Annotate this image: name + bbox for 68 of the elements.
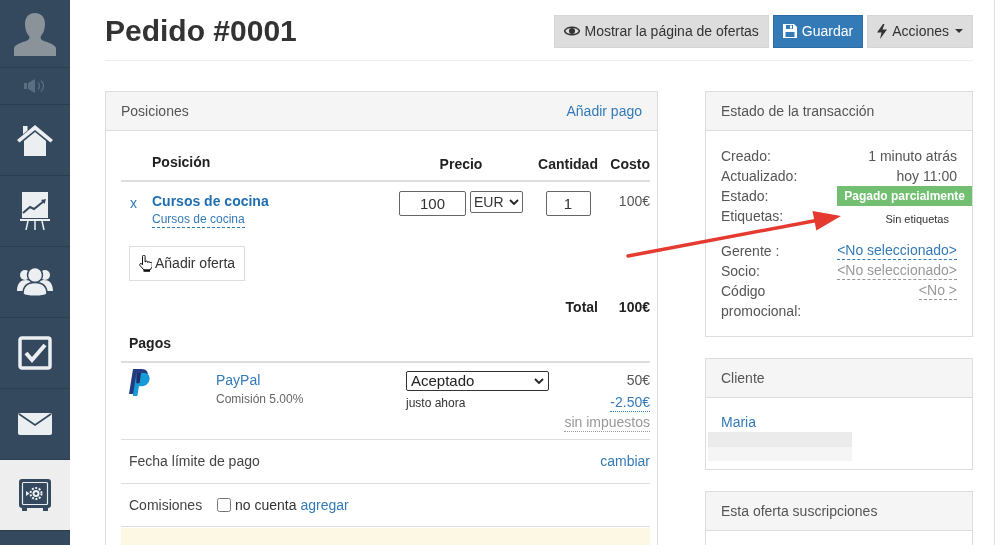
home-icon [17,124,53,156]
eye-icon [563,25,580,37]
item-description-link[interactable]: Cursos de cocina [152,212,245,228]
caret-icon [955,29,963,33]
sidebar-nav-item[interactable] [0,460,70,531]
commissions-label: Comisiones [129,495,204,515]
chevron-down-icon [509,199,519,205]
paypal-logo-icon [129,369,150,396]
add-payment-link[interactable]: Añadir pago [566,100,642,122]
change-link[interactable]: cambiar [600,451,650,472]
field-label: Gerente : [721,242,781,261]
panel-title: Esta oferta suscripciones [721,501,878,521]
total-label: Total [565,297,598,317]
item-name-link[interactable]: Cursos de cocina [152,191,269,211]
tags-note: Sin etiquetas [885,212,949,226]
mail-icon [18,413,52,435]
chevron-down-icon [534,378,544,384]
field-label: Socio: [721,262,761,281]
field-label: Etiquetas: [721,207,785,226]
checkbox-icon [18,336,52,370]
quantity-input[interactable]: 1 [545,191,591,216]
save-button[interactable]: Guardar [772,14,864,48]
column-header: Precio [439,155,483,174]
column-header: Costo [610,155,650,174]
column-header: Posición [152,154,211,170]
currency-select[interactable]: EUR [470,191,523,213]
add-offer-button[interactable]: Añadir oferta [129,246,246,281]
hand-pointer-icon [139,255,152,272]
payment-amount: 50€ [626,371,650,390]
cost-value: 100€ [618,192,650,211]
actions-dropdown-button[interactable]: Acciones [867,14,973,48]
payment-status-select[interactable]: Aceptado [406,371,549,391]
status-time: justo ahora [406,395,466,411]
tax-note-link[interactable]: sin impuestos [564,413,650,432]
people-icon [17,267,53,297]
field-label: Estado: [721,187,770,206]
panel-title: Cliente [721,368,765,388]
page-title: Pedido #0001 [105,13,297,49]
due-date-label: Fecha límite de pago [129,452,260,471]
section-title: Pagos [129,335,171,351]
checkbox[interactable] [217,498,231,512]
lightning-bolt-icon [877,23,888,39]
add-commission-link[interactable]: agregar [300,494,349,516]
field-label: Actualizado: [721,167,799,186]
panel-title: Estado de la transacción [721,101,875,121]
column-header: Cantidad [538,155,598,174]
select-link[interactable]: <No seleccionado> [837,261,957,280]
panel-title: Posiciones [121,101,189,121]
avatar-icon [12,11,58,56]
field-label: Código promocional: [721,282,803,321]
fee-amount-link[interactable]: -2.50€ [610,393,650,412]
checkbox-label: no cuenta [235,495,297,515]
commission-text: Comisión 5.00% [216,391,304,407]
field-label: Creado: [721,147,772,166]
payment-method-link[interactable]: PayPal [216,370,261,390]
status-badge: Pagado parcialmente [837,186,972,206]
client-name-link[interactable]: Maria [721,412,756,432]
total-value: 100€ [618,297,650,317]
chart-easel-icon [20,192,50,230]
select-link[interactable]: <No > [918,281,957,300]
speaker-icon [24,79,46,93]
select-link[interactable]: <No seleccionado> [837,241,957,260]
show-offer-page-button[interactable]: Mostrar la página de ofertas [553,14,769,48]
safe-icon [18,478,52,512]
remove-link[interactable]: x [130,195,137,211]
field-value: hoy 11:00 [896,167,957,186]
price-input[interactable]: 100 [399,191,466,216]
field-value: 1 minuto atrás [868,147,957,166]
